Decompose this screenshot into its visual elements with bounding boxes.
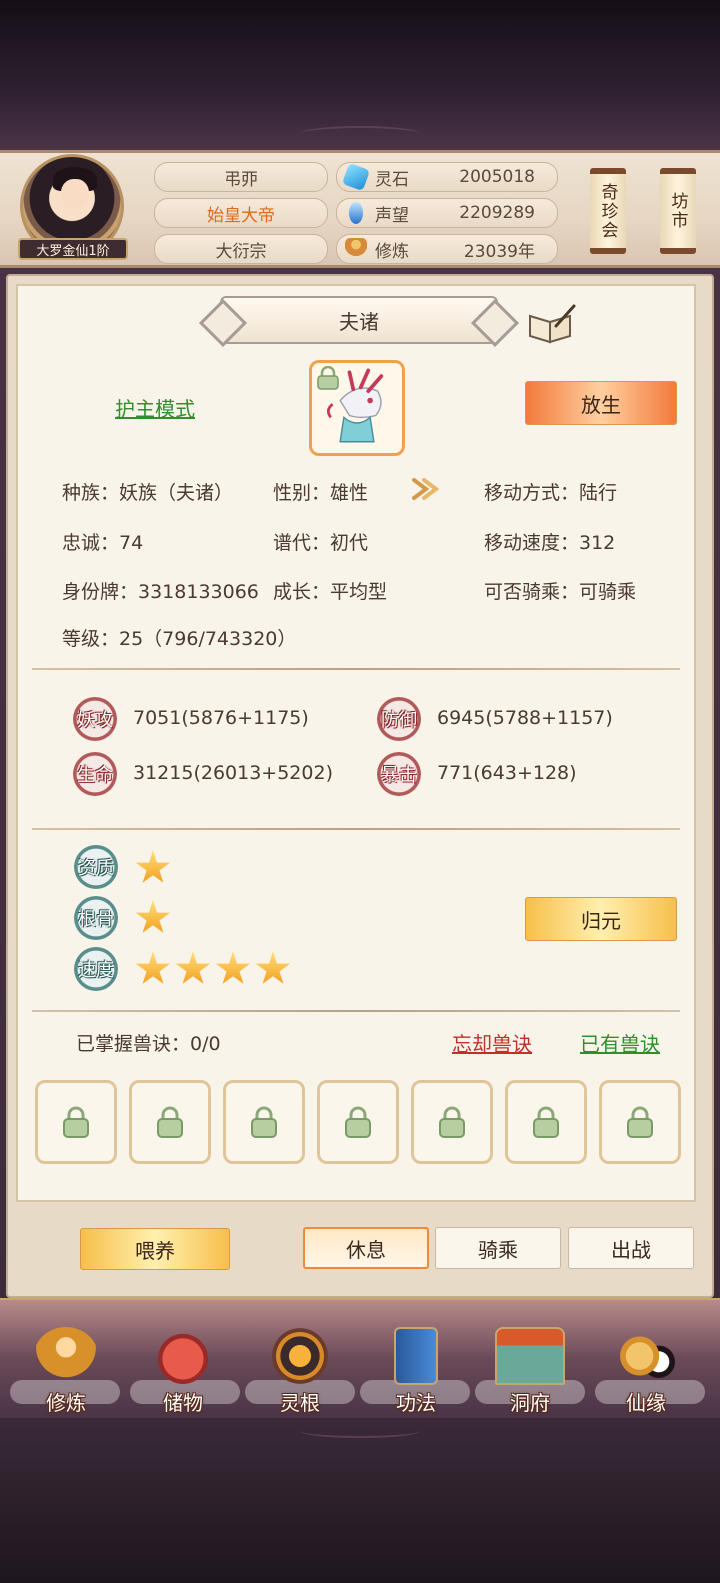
bottom-backdrop	[0, 1418, 720, 1583]
skill-slot[interactable]	[35, 1080, 117, 1164]
nav-label: 仙缘	[626, 1391, 666, 1415]
resource-cultivation: 修炼 23039年	[336, 234, 558, 264]
stat-value-life: 31215(26013+5202)	[133, 762, 333, 784]
skill-slot[interactable]	[129, 1080, 211, 1164]
nav-label: 修炼	[46, 1391, 86, 1415]
lock-icon	[317, 366, 339, 390]
prestige-crystal-icon	[349, 202, 363, 224]
info-gender: 性别：雄性	[273, 482, 369, 504]
spirit-stone-icon	[341, 162, 371, 192]
lock-icon	[439, 1106, 465, 1138]
nav-storage[interactable]: 储物	[133, 1320, 233, 1416]
resource-label: 灵石	[375, 169, 409, 190]
tab-ride[interactable]: 骑乘	[435, 1227, 561, 1269]
nav-cultivate[interactable]: 修炼	[16, 1320, 116, 1416]
nav-label: 功法	[396, 1391, 436, 1415]
lock-icon	[627, 1106, 653, 1138]
owned-skills-link[interactable]: 已有兽诀	[580, 1028, 660, 1057]
info-move-speed: 移动速度：312	[484, 532, 616, 554]
skill-slot[interactable]	[599, 1080, 681, 1164]
nav-technique[interactable]: 功法	[366, 1320, 466, 1416]
resource-value: 2005018	[459, 167, 535, 187]
lock-icon	[63, 1106, 89, 1138]
return-origin-button[interactable]: 归元	[525, 897, 677, 941]
gender-arrow-icon[interactable]	[410, 474, 442, 504]
release-button[interactable]: 放生	[525, 381, 677, 425]
avatar-face	[61, 179, 89, 209]
edit-book-icon[interactable]	[526, 302, 576, 344]
resource-value: 23039年	[463, 241, 535, 262]
nav-immortal-fate[interactable]: 仙缘	[596, 1320, 696, 1416]
lock-icon	[345, 1106, 371, 1138]
info-rideable: 可否骑乘：可骑乘	[484, 581, 637, 603]
tab-battle[interactable]: 出战	[568, 1227, 694, 1269]
resource-value: 2209289	[459, 203, 535, 223]
pet-name-plate: 夫诸	[220, 296, 498, 344]
stat-badge-life: 生命	[73, 752, 117, 796]
player-name: 弔丣	[154, 162, 328, 192]
lock-icon	[157, 1106, 183, 1138]
info-level: 等级：25（796/743320）	[62, 628, 297, 650]
guard-mode-link[interactable]: 护主模式	[115, 393, 195, 422]
player-sect: 大衍宗	[154, 234, 328, 264]
divider	[32, 1010, 680, 1012]
rating-badge-speed: 速度	[74, 947, 118, 991]
info-id-tag: 身份牌：3318133066	[62, 581, 259, 603]
resource-label: 声望	[375, 205, 409, 226]
resource-prestige: 声望 2209289	[336, 198, 558, 228]
info-lineage: 谱代：初代	[273, 532, 369, 554]
divider	[32, 828, 680, 830]
meditation-icon	[345, 238, 367, 260]
lock-icon	[533, 1106, 559, 1138]
market-button[interactable]: 坊市	[660, 168, 696, 254]
stat-badge-attack: 妖攻	[73, 697, 117, 741]
stat-value-defense: 6945(5788+1157)	[437, 707, 613, 729]
nav-cave-mansion[interactable]: 洞府	[480, 1320, 580, 1416]
info-loyalty: 忠诚：74	[62, 532, 144, 554]
skill-slot[interactable]	[411, 1080, 493, 1164]
cultivate-icon	[34, 1327, 98, 1385]
treasure-auction-button[interactable]: 奇珍会	[590, 168, 626, 254]
skills-mastered: 已掌握兽诀：0/0	[76, 1033, 221, 1055]
lock-icon	[251, 1106, 277, 1138]
nav-label: 灵根	[280, 1391, 320, 1415]
pet-name: 夫诸	[339, 309, 379, 334]
bottom-ornament	[300, 1424, 420, 1438]
stat-badge-crit: 暴击	[377, 752, 421, 796]
tab-rest[interactable]: 休息	[303, 1227, 429, 1269]
nav-label: 储物	[163, 1391, 203, 1415]
rank-badge: 大罗金仙1阶	[18, 238, 128, 260]
forget-skill-link[interactable]: 忘却兽诀	[452, 1028, 532, 1057]
stat-value-crit: 771(643+128)	[437, 762, 577, 784]
immortal-fate-icon	[614, 1327, 678, 1385]
info-move-type: 移动方式：陆行	[484, 482, 618, 504]
cave-mansion-icon	[495, 1327, 565, 1385]
info-race: 种族：妖族（夫诸）	[62, 482, 234, 504]
skill-slot[interactable]	[505, 1080, 587, 1164]
storage-bag-icon	[151, 1327, 215, 1385]
resource-label: 修炼	[375, 241, 409, 262]
top-ornament	[300, 126, 420, 142]
feed-button[interactable]: 喂养	[80, 1228, 230, 1270]
skill-slot[interactable]	[223, 1080, 305, 1164]
stat-badge-defense: 防御	[377, 697, 421, 741]
resource-spirit-stone: 灵石 2005018	[336, 162, 558, 192]
nav-spirit-root[interactable]: 灵根	[250, 1320, 350, 1416]
player-title: 始皇大帝	[154, 198, 328, 228]
info-growth: 成长：平均型	[273, 581, 388, 603]
technique-book-icon	[394, 1327, 438, 1385]
pet-portrait[interactable]	[309, 360, 405, 456]
spirit-root-icon	[268, 1327, 332, 1385]
nav-label: 洞府	[510, 1391, 550, 1415]
stat-value-attack: 7051(5876+1175)	[133, 707, 309, 729]
divider	[32, 668, 680, 670]
rating-badge-bone: 根骨	[74, 896, 118, 940]
rating-badge-aptitude: 资质	[74, 845, 118, 889]
skill-slot[interactable]	[317, 1080, 399, 1164]
